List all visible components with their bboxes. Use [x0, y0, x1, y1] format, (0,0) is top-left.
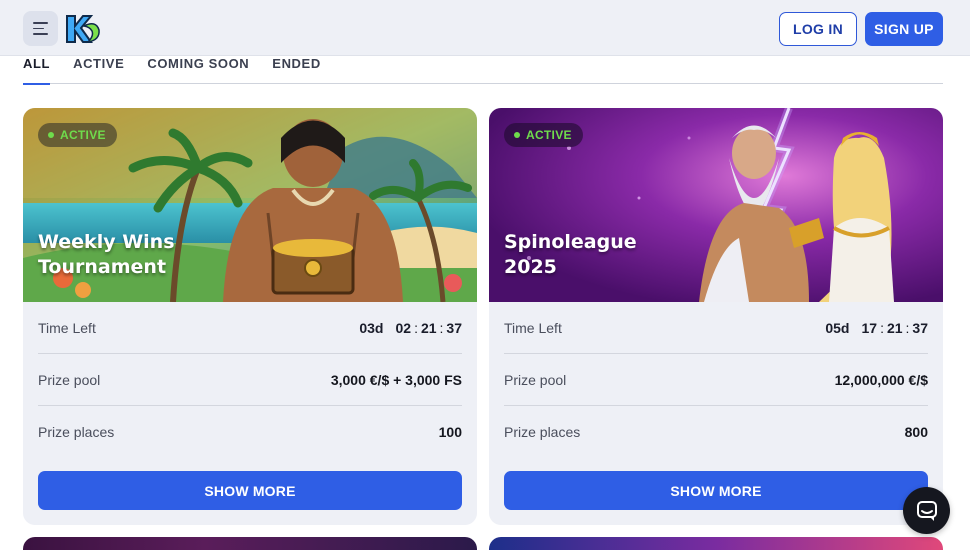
status-label: ACTIVE — [60, 128, 106, 142]
top-header: LOG IN SIGN UP — [0, 0, 970, 56]
timer-separator: : — [414, 319, 418, 336]
tournament-card-partial[interactable] — [489, 537, 943, 550]
tournament-title: Spinoleague 2025 — [504, 230, 744, 280]
status-dot-icon — [48, 132, 54, 138]
timer-separator: : — [439, 319, 444, 336]
time-left-row: Time Left 05d 17 : 21 : 37 — [504, 302, 928, 354]
timer-hours: 17 — [861, 319, 878, 336]
timer-hours: 02 — [395, 319, 412, 336]
timer-separator: : — [905, 319, 910, 336]
timer-seconds: 37 — [912, 319, 928, 336]
timer-days: 05d — [825, 319, 850, 336]
status-label: ACTIVE — [526, 128, 572, 142]
status-badge: ACTIVE — [38, 123, 117, 147]
tournament-details: Time Left 03d 02 : 21 : 37 Prize pool 3,… — [38, 302, 462, 458]
tournament-title: Weekly Wins Tournament — [38, 230, 278, 280]
prize-places-value: 100 — [438, 424, 462, 440]
prize-places-value: 800 — [904, 424, 928, 440]
prize-pool-label: Prize pool — [504, 371, 567, 388]
hamburger-line — [33, 27, 44, 30]
status-dot-icon — [514, 132, 520, 138]
tab-ended[interactable]: ENDED — [272, 56, 321, 84]
status-badge: ACTIVE — [504, 123, 583, 147]
tournament-title-line: Spinoleague — [504, 231, 637, 253]
prize-places-row: Prize places 800 — [504, 406, 928, 458]
prize-places-row: Prize places 100 — [38, 406, 462, 458]
prize-pool-row: Prize pool 12,000,000 €/$ — [504, 354, 928, 406]
timer-separator: : — [880, 319, 884, 336]
hamburger-line — [33, 33, 48, 35]
hamburger-menu-button[interactable] — [23, 11, 58, 46]
countdown-timer: 05d 17 : 21 : 37 — [825, 320, 928, 336]
tournament-title-line: 2025 — [504, 256, 557, 278]
signup-button[interactable]: SIGN UP — [865, 12, 943, 46]
tournament-banner-image: ACTIVE Spinoleague 2025 — [489, 108, 943, 302]
prize-pool-value: 3,000 €/$ + 3,000 FS — [330, 371, 462, 388]
timer-days: 03d — [359, 319, 384, 336]
timer-minutes: 21 — [420, 319, 437, 336]
tournament-details: Time Left 05d 17 : 21 : 37 Prize pool 12… — [504, 302, 928, 458]
prize-pool-value: 12,000,000 €/$ — [834, 371, 928, 388]
tournament-card: ACTIVE Weekly Wins Tournament Time Left … — [23, 108, 477, 525]
timer-seconds: 37 — [446, 319, 462, 336]
show-more-button[interactable]: SHOW MORE — [504, 471, 928, 510]
time-left-label: Time Left — [38, 319, 96, 336]
casino-logo[interactable] — [64, 12, 102, 46]
time-left-row: Time Left 03d 02 : 21 : 37 — [38, 302, 462, 354]
chat-button[interactable] — [903, 487, 950, 534]
login-button[interactable]: LOG IN — [779, 12, 857, 46]
tournament-card: ACTIVE Spinoleague 2025 Time Left 05d 17… — [489, 108, 943, 525]
time-left-label: Time Left — [504, 319, 562, 336]
hamburger-menu-icon — [33, 22, 48, 24]
tab-all[interactable]: ALL — [23, 56, 51, 85]
show-more-button[interactable]: SHOW MORE — [38, 471, 462, 510]
prize-places-label: Prize places — [504, 424, 581, 440]
prize-places-label: Prize places — [38, 424, 115, 440]
countdown-timer: 03d 02 : 21 : 37 — [359, 320, 462, 336]
tournament-filter-tabs: ALL ACTIVE COMING SOON ENDED — [23, 56, 943, 85]
timer-minutes: 21 — [886, 319, 903, 336]
tournament-title-line: Weekly Wins — [38, 231, 175, 253]
tournament-card-partial[interactable] — [23, 537, 477, 550]
tab-coming-soon[interactable]: COMING SOON — [147, 56, 249, 84]
chat-icon — [916, 500, 937, 521]
prize-pool-row: Prize pool 3,000 €/$ + 3,000 FS — [38, 354, 462, 406]
prize-pool-label: Prize pool — [38, 371, 101, 388]
tournament-title-line: Tournament — [38, 256, 167, 278]
tournament-banner-image: ACTIVE Weekly Wins Tournament — [23, 108, 477, 302]
tab-active[interactable]: ACTIVE — [73, 56, 124, 84]
